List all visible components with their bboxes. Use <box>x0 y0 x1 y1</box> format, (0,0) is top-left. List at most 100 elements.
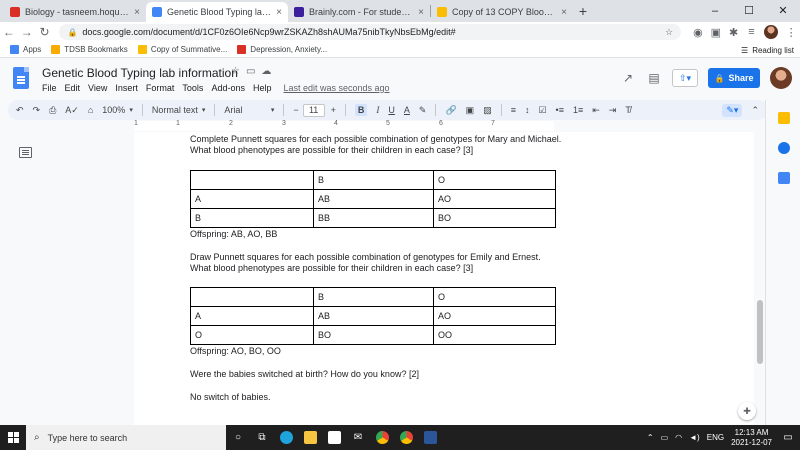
menu-help[interactable]: Help <box>253 83 272 93</box>
cloud-saved-icon[interactable]: ☁ <box>261 66 271 77</box>
table-cell[interactable]: B <box>190 208 314 228</box>
start-button[interactable] <box>0 425 26 450</box>
undo-icon[interactable]: ↶ <box>16 105 24 116</box>
chrome-menu-icon[interactable]: ⋮ <box>782 26 800 39</box>
store-icon[interactable] <box>322 425 346 450</box>
activity-trend-icon[interactable]: ↗ <box>620 71 636 85</box>
table-cell[interactable]: AO <box>433 306 556 326</box>
document-scrollbar[interactable] <box>757 300 763 364</box>
line-spacing-icon[interactable]: ↕ <box>525 105 530 115</box>
clear-formatting-icon[interactable]: T̸ <box>625 105 631 115</box>
close-tab-icon[interactable]: × <box>134 7 140 18</box>
explore-button[interactable]: ✚ <box>738 402 756 420</box>
google-docs-logo-icon[interactable] <box>13 67 29 89</box>
table-cell[interactable]: O <box>433 170 556 190</box>
browser-tab[interactable]: Copy of 13 COPY Blood typing la... × <box>431 2 573 22</box>
decrease-font-size-button[interactable]: − <box>293 105 298 115</box>
chrome-icon[interactable] <box>370 425 394 450</box>
table-cell[interactable]: O <box>433 287 556 307</box>
bookmark-item[interactable]: Depression, Anxiety... <box>237 45 327 54</box>
decrease-indent-icon[interactable]: ⇤ <box>592 105 600 116</box>
document-outline-icon[interactable] <box>19 147 32 158</box>
spellcheck-icon[interactable]: A✓ <box>65 105 79 116</box>
back-arrow-icon[interactable]: ← <box>0 25 18 39</box>
taskbar-search-box[interactable]: ⌕ Type here to search <box>26 425 226 450</box>
new-tab-button[interactable]: + <box>573 3 593 19</box>
close-tab-icon[interactable]: × <box>561 7 567 18</box>
table-cell[interactable]: BB <box>313 208 434 228</box>
bookmark-item[interactable]: Copy of Summative... <box>137 45 227 54</box>
table-cell[interactable]: AB <box>313 189 434 209</box>
question-3-text[interactable]: Were the babies switched at birth? How d… <box>190 369 562 380</box>
keep-notes-icon[interactable] <box>778 112 790 124</box>
insert-link-icon[interactable]: 🔗 <box>445 105 456 116</box>
table-cell[interactable]: A <box>190 306 314 326</box>
checklist-icon[interactable]: ☑ <box>538 105 546 116</box>
table-cell[interactable]: AO <box>433 189 556 209</box>
offspring-1-text[interactable]: Offspring: AB, AO, BB <box>190 229 562 240</box>
table-cell[interactable]: B <box>313 287 434 307</box>
question-1-text[interactable]: Complete Punnett squares for each possib… <box>190 134 562 156</box>
redo-icon[interactable]: ↷ <box>33 105 41 116</box>
language-indicator[interactable]: ENG <box>707 433 724 442</box>
style-select[interactable]: Normal text ▾ <box>152 105 206 115</box>
comments-icon[interactable]: ▤ <box>646 71 662 85</box>
align-icon[interactable]: ≡ <box>511 105 516 115</box>
reading-list-button[interactable]: ☰ Reading list <box>741 42 794 58</box>
increase-font-size-button[interactable]: + <box>331 105 336 115</box>
answer-3-text[interactable]: No switch of babies. <box>190 392 562 403</box>
forward-arrow-icon[interactable]: → <box>18 25 36 39</box>
font-select[interactable]: Arial ▾ <box>224 105 274 115</box>
last-edit-link[interactable]: Last edit was seconds ago <box>283 83 389 93</box>
task-view-icon[interactable]: ⧉ <box>250 425 274 450</box>
meet-present-button[interactable]: ⇧▾ <box>672 69 698 87</box>
table-cell[interactable]: AB <box>313 306 434 326</box>
menu-view[interactable]: View <box>88 83 107 93</box>
print-icon[interactable]: ⎙ <box>49 105 56 116</box>
table-cell[interactable]: BO <box>433 208 556 228</box>
url-text[interactable]: docs.google.com/document/d/1CF0z6OIe6Ncp… <box>82 27 665 37</box>
tasks-icon[interactable] <box>778 142 790 154</box>
minimize-button[interactable]: – <box>698 0 732 22</box>
highlight-color-icon[interactable]: ✎ <box>419 105 427 116</box>
editing-mode-pencil-icon[interactable]: ✎▾ <box>722 103 743 117</box>
bookmark-item[interactable]: Apps <box>10 45 41 54</box>
offspring-2-text[interactable]: Offspring: AO, BO, OO <box>190 346 562 357</box>
share-button[interactable]: 🔒 Share <box>708 68 760 88</box>
account-avatar[interactable] <box>770 67 792 89</box>
chrome-profile-icon[interactable] <box>394 425 418 450</box>
star-icon[interactable]: ☆ <box>231 66 240 77</box>
url-omnibox[interactable]: 🔒 docs.google.com/document/d/1CF0z6OIe6N… <box>59 24 682 40</box>
document-title[interactable]: Genetic Blood Typing lab information <box>42 66 238 80</box>
table-cell[interactable]: B <box>313 170 434 190</box>
wifi-icon[interactable]: ◠ <box>675 433 682 442</box>
bookmark-item[interactable]: TDSB Bookmarks <box>51 45 128 54</box>
cortana-icon[interactable]: ○ <box>226 425 250 450</box>
paint-format-icon[interactable]: ⌂ <box>88 105 93 115</box>
puzzle-extensions-icon[interactable]: ✱ <box>725 26 743 39</box>
maximize-button[interactable]: ☐ <box>732 0 766 22</box>
media-icon[interactable]: ≡ <box>743 26 761 38</box>
notifications-icon[interactable]: ▭ <box>780 432 796 443</box>
table-cell[interactable] <box>190 170 314 190</box>
zoom-select[interactable]: 100% ▾ <box>102 105 133 115</box>
increase-indent-icon[interactable]: ⇥ <box>609 105 617 116</box>
browser-tab[interactable]: Genetic Blood Typing lab inform... × <box>146 2 288 22</box>
file-explorer-icon[interactable] <box>298 425 322 450</box>
punnett-square-2[interactable]: B O A AB AO O BO OO <box>190 287 556 345</box>
volume-icon[interactable]: ◄) <box>689 433 700 442</box>
insert-image-icon[interactable]: ▨ <box>483 105 492 116</box>
mail-icon[interactable]: ✉ <box>346 425 370 450</box>
move-folder-icon[interactable]: ▭ <box>246 66 255 77</box>
clock[interactable]: 12:13 AM 2021-12-07 <box>731 428 772 448</box>
menu-file[interactable]: File <box>42 83 57 93</box>
close-window-button[interactable]: ✕ <box>766 0 800 22</box>
table-cell[interactable]: A <box>190 189 314 209</box>
table-cell[interactable]: O <box>190 325 314 345</box>
add-comment-icon[interactable]: ▣ <box>466 105 475 116</box>
extension-icon-1[interactable]: ◉ <box>689 26 707 39</box>
close-tab-icon[interactable]: × <box>276 7 282 18</box>
question-2-text[interactable]: Draw Punnett squares for each possible c… <box>190 252 562 274</box>
text-color-button[interactable]: A <box>404 105 410 115</box>
menu-edit[interactable]: Edit <box>65 83 81 93</box>
